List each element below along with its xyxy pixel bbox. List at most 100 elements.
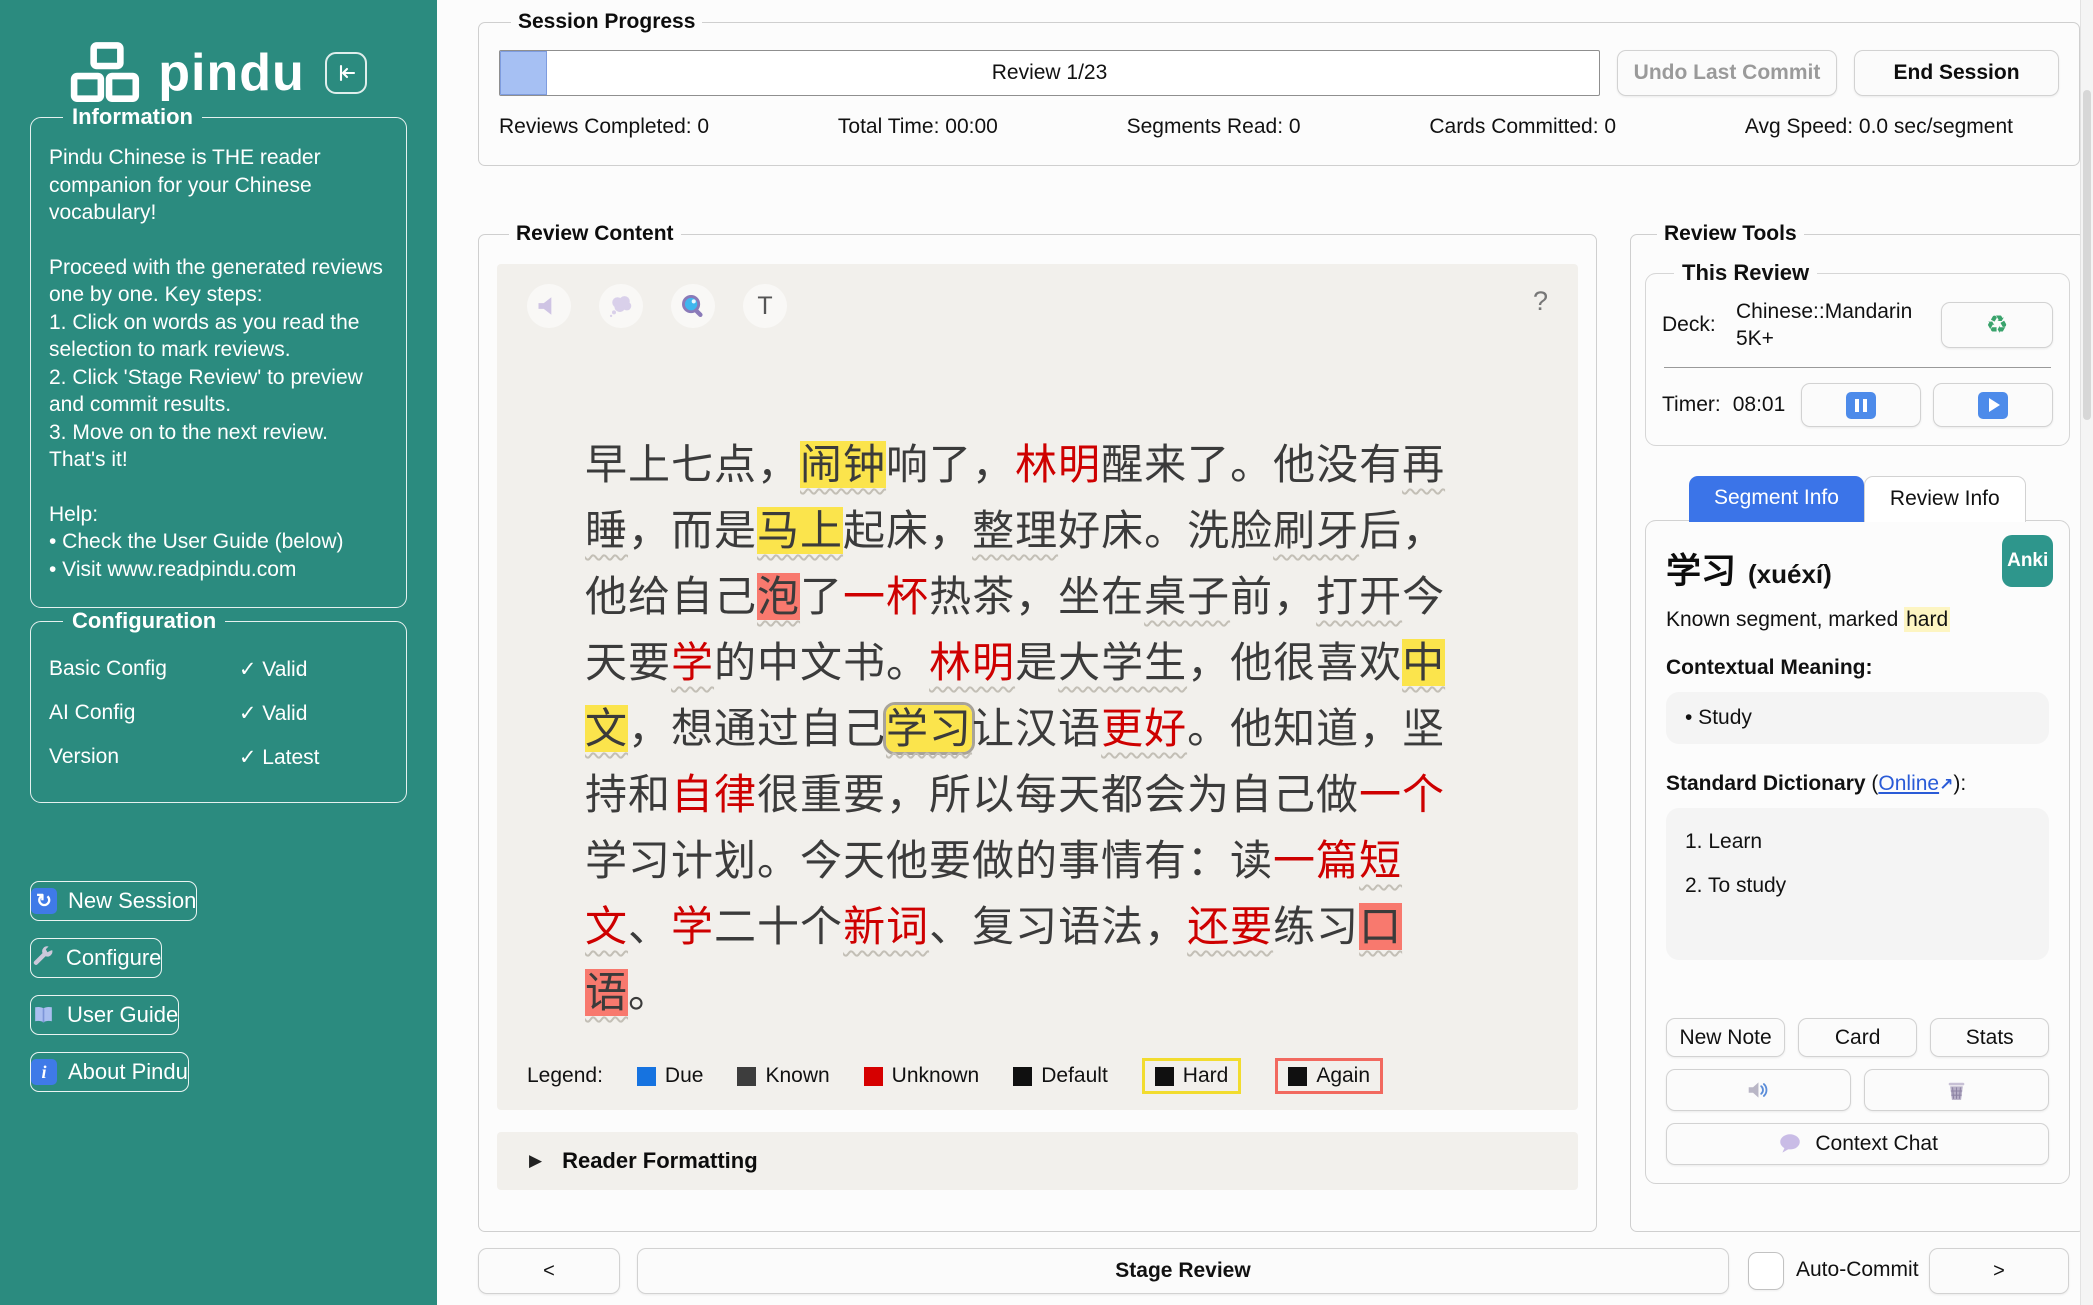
reader-segment[interactable]: 新词: [843, 903, 929, 950]
reader-segment[interactable]: 泡: [757, 573, 800, 620]
legend-item-label: Hard: [1183, 1064, 1229, 1088]
reader-segment[interactable]: 桌子: [1144, 573, 1230, 620]
about-button[interactable]: i About Pindu: [30, 1052, 189, 1092]
reader-segment[interactable]: ，他很喜欢: [1187, 639, 1402, 686]
card-button[interactable]: Card: [1798, 1018, 1917, 1057]
reader-segment[interactable]: 还要: [1187, 903, 1273, 950]
configure-button[interactable]: Configure: [30, 938, 162, 978]
pause-icon: [1846, 392, 1876, 419]
auto-commit-checkbox[interactable]: [1748, 1252, 1784, 1290]
this-review-legend: This Review: [1674, 260, 1817, 286]
reader-segment[interactable]: 更好: [1101, 705, 1187, 752]
reader-segment[interactable]: 、复习语法，: [929, 903, 1187, 950]
deck-reload-button[interactable]: ♻: [1941, 302, 2053, 348]
timer-play-button[interactable]: [1933, 383, 2053, 427]
reader-segment[interactable]: 热茶，坐在: [929, 573, 1144, 620]
reader-segment[interactable]: 闹钟: [800, 441, 886, 488]
reader-segment[interactable]: 的中文书。: [714, 639, 929, 686]
new-session-button[interactable]: ↻ New Session: [30, 881, 197, 921]
chat-bubble-icon: [1777, 1131, 1803, 1157]
reader-segment[interactable]: 刷牙: [1273, 507, 1359, 554]
legend-item: Default: [1013, 1064, 1108, 1088]
reader-segment[interactable]: 打开: [1316, 573, 1402, 620]
reader-segment[interactable]: 马上: [757, 507, 843, 554]
reader-segment[interactable]: 自律: [671, 771, 757, 818]
reader-segment[interactable]: 林明: [929, 639, 1015, 686]
search-tool-button[interactable]: [671, 284, 715, 328]
reader-text: 早上七点，闹钟响了，林明醒来了。他没有再睡，而是马上起床，整理好床。洗脸刷牙后，…: [585, 432, 1488, 1026]
user-guide-button[interactable]: User Guide: [30, 995, 179, 1035]
stats-button[interactable]: Stats: [1930, 1018, 2049, 1057]
reader-segment[interactable]: 大学生: [1058, 639, 1187, 686]
text-tool-button[interactable]: T: [743, 284, 787, 328]
delete-button[interactable]: [1864, 1069, 2049, 1111]
reader-segment[interactable]: 是: [1015, 639, 1058, 686]
reader-segment[interactable]: 了: [800, 573, 843, 620]
undo-last-commit-button[interactable]: Undo Last Commit: [1617, 50, 1837, 96]
reader-segment[interactable]: 。: [628, 969, 671, 1016]
chevron-right-icon: ▶: [529, 1151, 542, 1171]
segment-headword: 学习: [1666, 543, 1736, 594]
sidebar: pindu Information Pindu Chinese is THE r…: [0, 0, 437, 1305]
reader-segment[interactable]: 学习计划。今天他要做的事情有：读: [585, 837, 1273, 884]
config-row: AI Config ✓ Valid: [49, 701, 388, 726]
collapse-sidebar-button[interactable]: [325, 52, 367, 94]
reader-segment[interactable]: ，而是: [628, 507, 757, 554]
dictionary-heading-text: Standard Dictionary: [1666, 772, 1866, 795]
thought-tool-button[interactable]: [599, 284, 643, 328]
reader-segment[interactable]: 早上七点，: [585, 441, 800, 488]
reader-segment[interactable]: ，想通过自己: [628, 705, 886, 752]
reader-segment[interactable]: 学: [671, 639, 714, 686]
reader-segment[interactable]: 让汉语: [972, 705, 1101, 752]
reader-segment[interactable]: 一篇: [1273, 837, 1359, 884]
legend-swatch: [864, 1067, 883, 1086]
legend-swatch: [1288, 1067, 1307, 1086]
reader-segment[interactable]: 好床。洗脸: [1058, 507, 1273, 554]
info-tabs: Segment Info Review Info: [1689, 476, 2070, 522]
legend-swatch: [1155, 1067, 1174, 1086]
reader-help-button[interactable]: ?: [1533, 286, 1548, 317]
previous-review-button[interactable]: <: [478, 1248, 620, 1294]
reader-formatting-toggle[interactable]: ▶ Reader Formatting: [497, 1132, 1578, 1190]
reader-segment[interactable]: 很重要，所以每天都会为自己做: [757, 771, 1359, 818]
reader-segment[interactable]: 练习: [1273, 903, 1359, 950]
tab-segment-info[interactable]: Segment Info: [1689, 476, 1864, 522]
reader-segment[interactable]: 整理: [972, 507, 1058, 554]
play-audio-button[interactable]: [1666, 1069, 1851, 1111]
reader-segment[interactable]: 学: [671, 903, 714, 950]
this-review-panel: This Review Deck: Chinese::Mandarin 5K+ …: [1645, 260, 2070, 446]
tab-review-info[interactable]: Review Info: [1864, 476, 2026, 522]
info-icon: i: [31, 1059, 57, 1085]
contextual-meaning-heading: Contextual Meaning:: [1666, 656, 2049, 680]
reader-segment[interactable]: 一个: [1359, 771, 1445, 818]
stage-review-button[interactable]: Stage Review: [637, 1248, 1729, 1294]
reader-segment[interactable]: 学习: [886, 705, 972, 752]
reader-segment[interactable]: 二十个: [714, 903, 843, 950]
next-review-button[interactable]: >: [1929, 1248, 2069, 1294]
reader-segment[interactable]: 响了，: [886, 441, 1015, 488]
context-chat-button[interactable]: Context Chat: [1666, 1123, 2049, 1165]
legend-swatch: [637, 1067, 656, 1086]
logo: pindu: [0, 0, 437, 104]
dictionary-online-link[interactable]: Online: [1878, 772, 1939, 795]
scrollbar-thumb[interactable]: [2083, 90, 2091, 420]
reader-segment[interactable]: 林明: [1015, 441, 1101, 488]
end-session-button[interactable]: End Session: [1854, 50, 2059, 96]
reader-segment[interactable]: 醒来了。他没有: [1101, 441, 1402, 488]
speaker-tool-button[interactable]: [527, 284, 571, 328]
timer-pause-button[interactable]: [1801, 383, 1921, 427]
reader-segment[interactable]: 起床，: [843, 507, 972, 554]
info-paragraph: Help: • Check the User Guide (below) • V…: [49, 501, 388, 584]
page-scrollbar[interactable]: [2080, 0, 2093, 1305]
refresh-icon: ↻: [31, 888, 57, 914]
new-note-button[interactable]: New Note: [1666, 1018, 1785, 1057]
reader-segment[interactable]: 一杯: [843, 573, 929, 620]
review-tools-panel: Review Tools This Review Deck: Chinese::…: [1630, 222, 2085, 1232]
session-stat: Cards Committed: 0: [1429, 115, 1616, 139]
legend-label: Legend:: [527, 1064, 603, 1088]
reader-segment[interactable]: 、: [628, 903, 671, 950]
review-content-panel: Review Content: [478, 222, 1597, 1232]
legend-swatch: [1013, 1067, 1032, 1086]
reader-segment[interactable]: 前，: [1230, 573, 1316, 620]
legend-item-label: Default: [1041, 1064, 1108, 1088]
